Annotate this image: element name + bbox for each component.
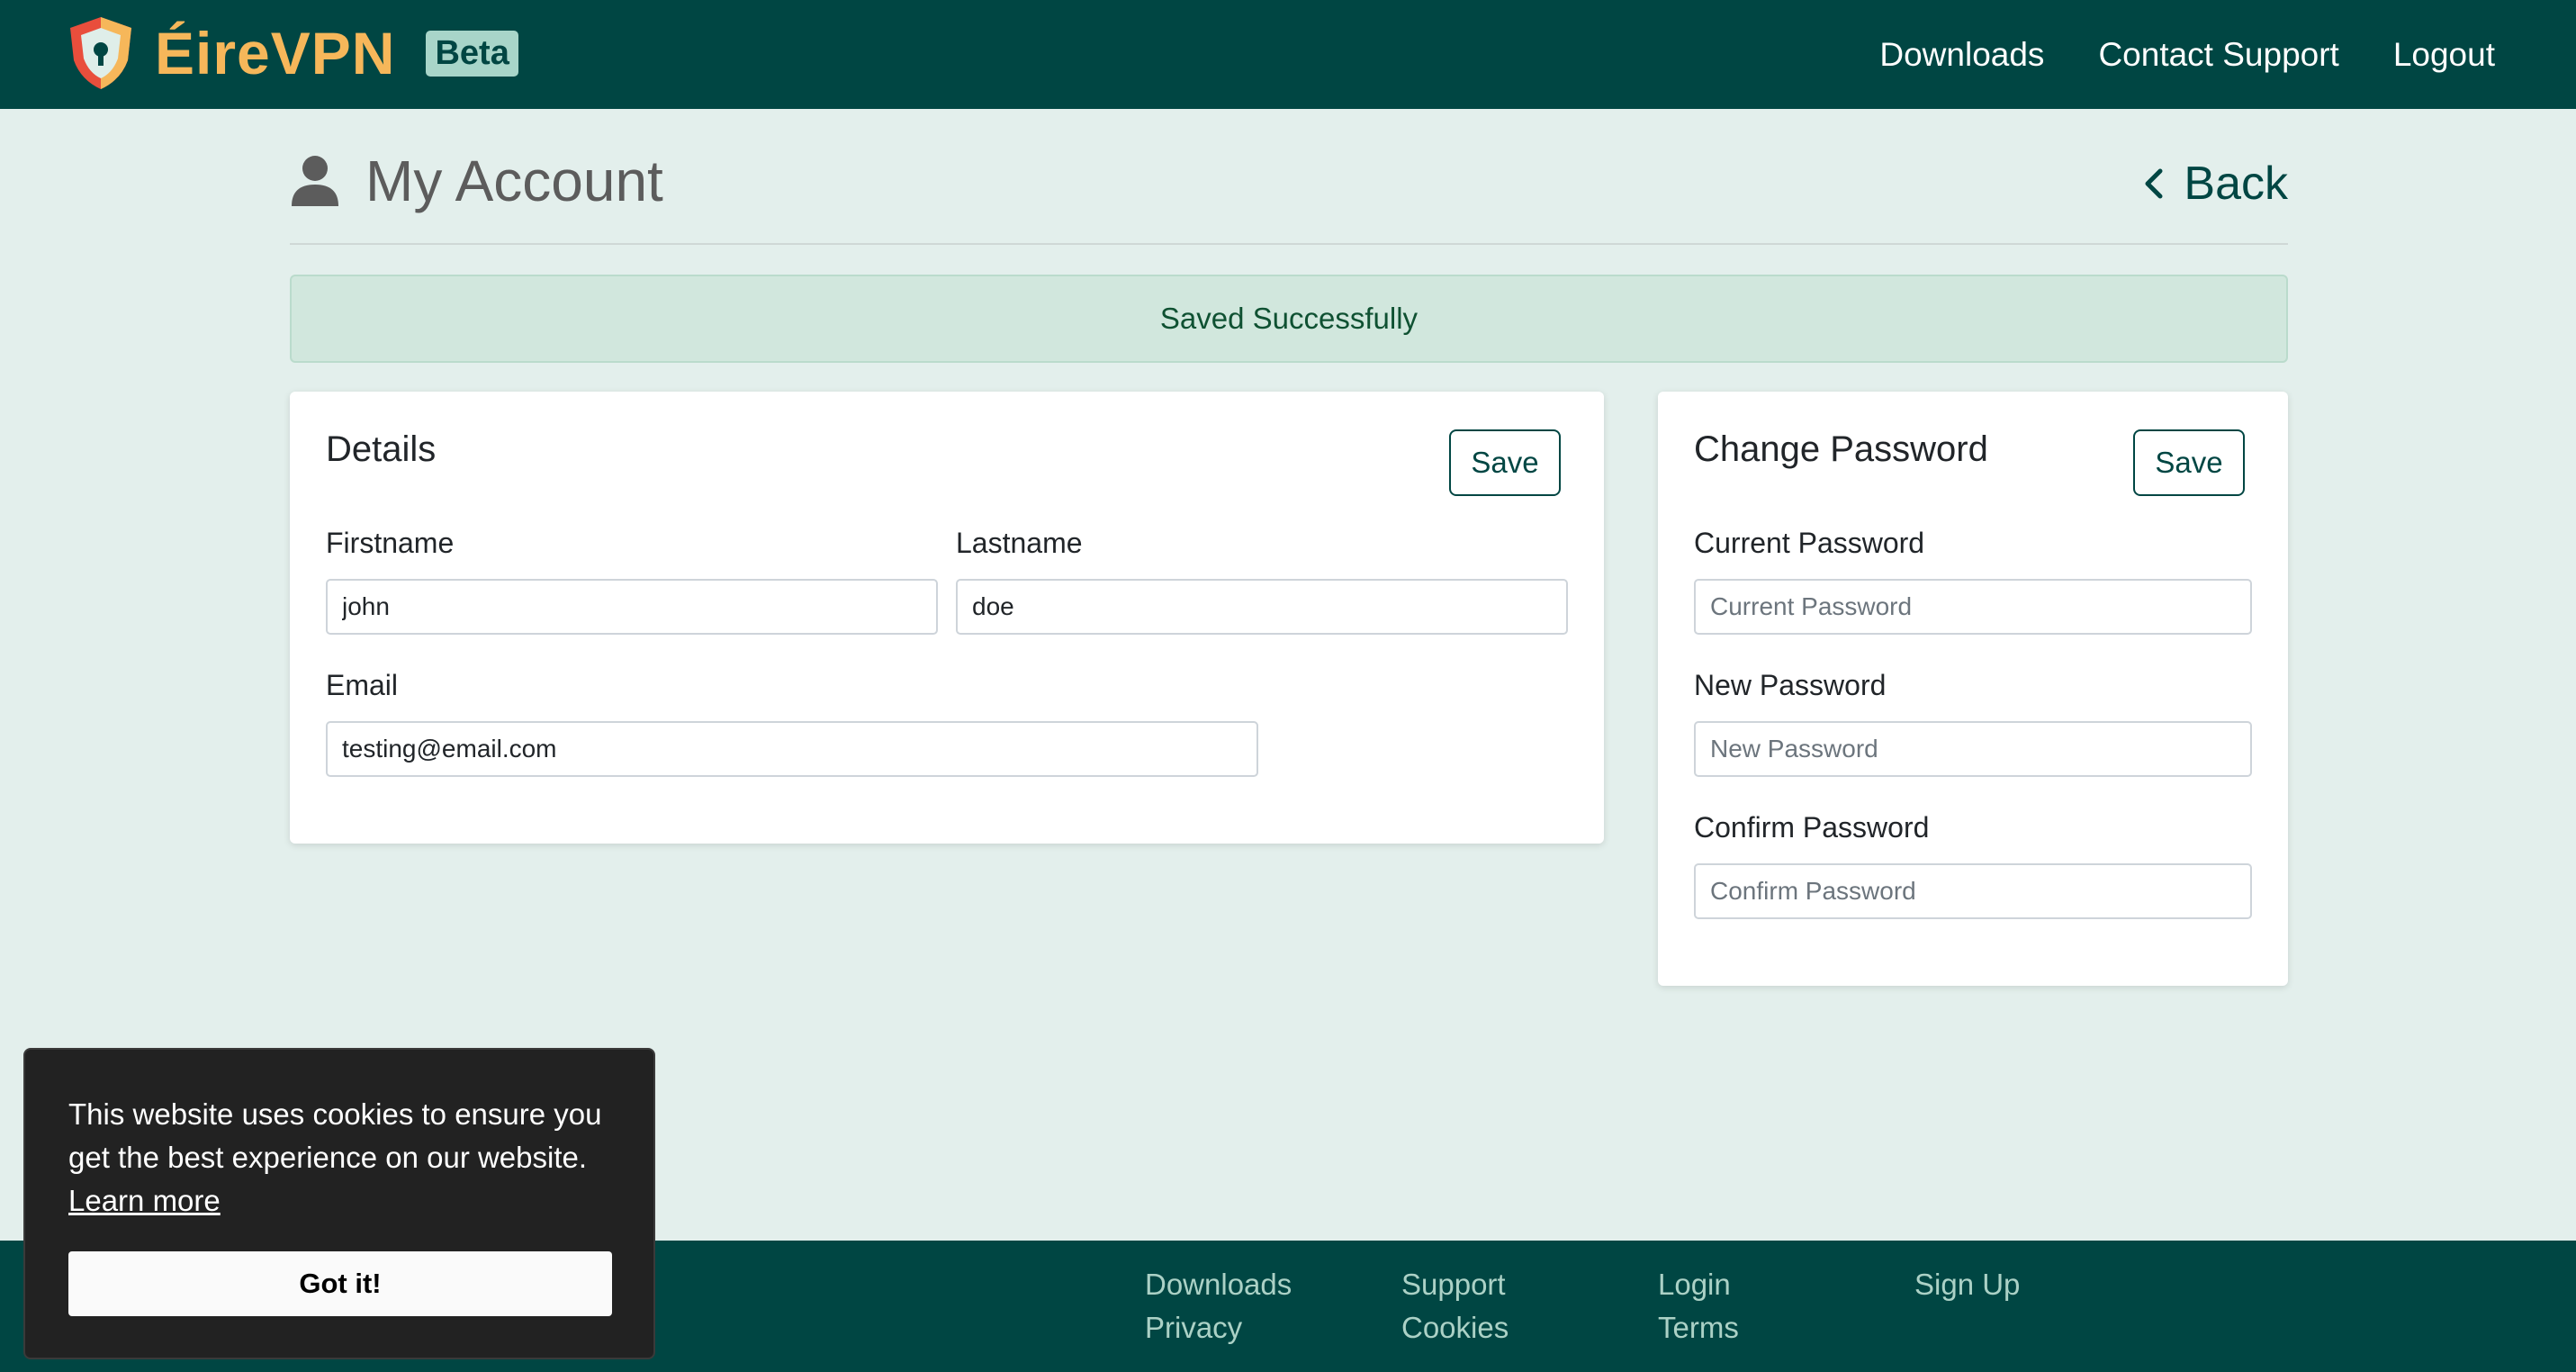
details-title: Details (326, 429, 437, 469)
nav-downloads-link[interactable]: Downloads (1879, 36, 2044, 74)
firstname-label: Firstname (326, 527, 455, 559)
top-nav: Downloads Contact Support Logout (1825, 0, 2495, 109)
firstname-input[interactable] (326, 579, 938, 635)
success-alert: Saved Successfully (290, 275, 2288, 363)
page-title: My Account (290, 148, 663, 214)
cookie-message: This website uses cookies to ensure you … (68, 1093, 626, 1223)
cookie-text: This website uses cookies to ensure you … (68, 1097, 602, 1174)
email-label: Email (326, 669, 399, 701)
lastname-label: Lastname (956, 527, 1083, 559)
nav-logout-link[interactable]: Logout (2393, 36, 2495, 74)
user-icon (292, 156, 338, 206)
change-password-card: Change Password Save Current Password Ne… (1658, 392, 2288, 986)
brand-name: ÉireVPN (155, 20, 396, 86)
change-password-title: Change Password (1694, 429, 1988, 469)
shield-logo-icon (70, 17, 131, 89)
beta-badge: Beta (426, 30, 518, 77)
chevron-left-icon (2145, 168, 2163, 199)
new-password-label: New Password (1694, 669, 1887, 701)
details-card: Details Save Firstname Lastname Email (290, 392, 1604, 844)
page-header: My Account Back (290, 135, 2288, 245)
email-input[interactable] (326, 721, 1258, 777)
confirm-password-input[interactable] (1694, 863, 2252, 919)
cookie-learn-more-link[interactable]: Learn more (68, 1184, 221, 1217)
top-navbar: ÉireVPN Beta Downloads Contact Support L… (0, 0, 2576, 109)
current-password-label: Current Password (1694, 527, 1925, 559)
footer-privacy-link[interactable]: Privacy (1145, 1311, 1242, 1345)
footer-downloads-link[interactable]: Downloads (1145, 1268, 1292, 1302)
password-save-button[interactable]: Save (2133, 429, 2245, 496)
current-password-input[interactable] (1694, 579, 2252, 635)
nav-contact-support-link[interactable]: Contact Support (2098, 36, 2338, 74)
confirm-password-label: Confirm Password (1694, 811, 1930, 844)
new-password-input[interactable] (1694, 721, 2252, 777)
details-save-button[interactable]: Save (1449, 429, 1561, 496)
cookie-banner: This website uses cookies to ensure you … (23, 1048, 655, 1359)
footer-login-link[interactable]: Login (1658, 1268, 1731, 1302)
lastname-input[interactable] (956, 579, 1568, 635)
footer-support-link[interactable]: Support (1401, 1268, 1506, 1302)
footer-signup-link[interactable]: Sign Up (1914, 1268, 2020, 1302)
page-title-text: My Account (365, 149, 663, 213)
cookie-accept-button[interactable]: Got it! (68, 1251, 612, 1316)
footer-terms-link[interactable]: Terms (1658, 1311, 1739, 1345)
back-label: Back (2184, 158, 2288, 210)
brand[interactable]: ÉireVPN Beta (67, 13, 518, 94)
footer-cookies-link[interactable]: Cookies (1401, 1311, 1509, 1345)
back-button[interactable]: Back (2140, 157, 2288, 211)
